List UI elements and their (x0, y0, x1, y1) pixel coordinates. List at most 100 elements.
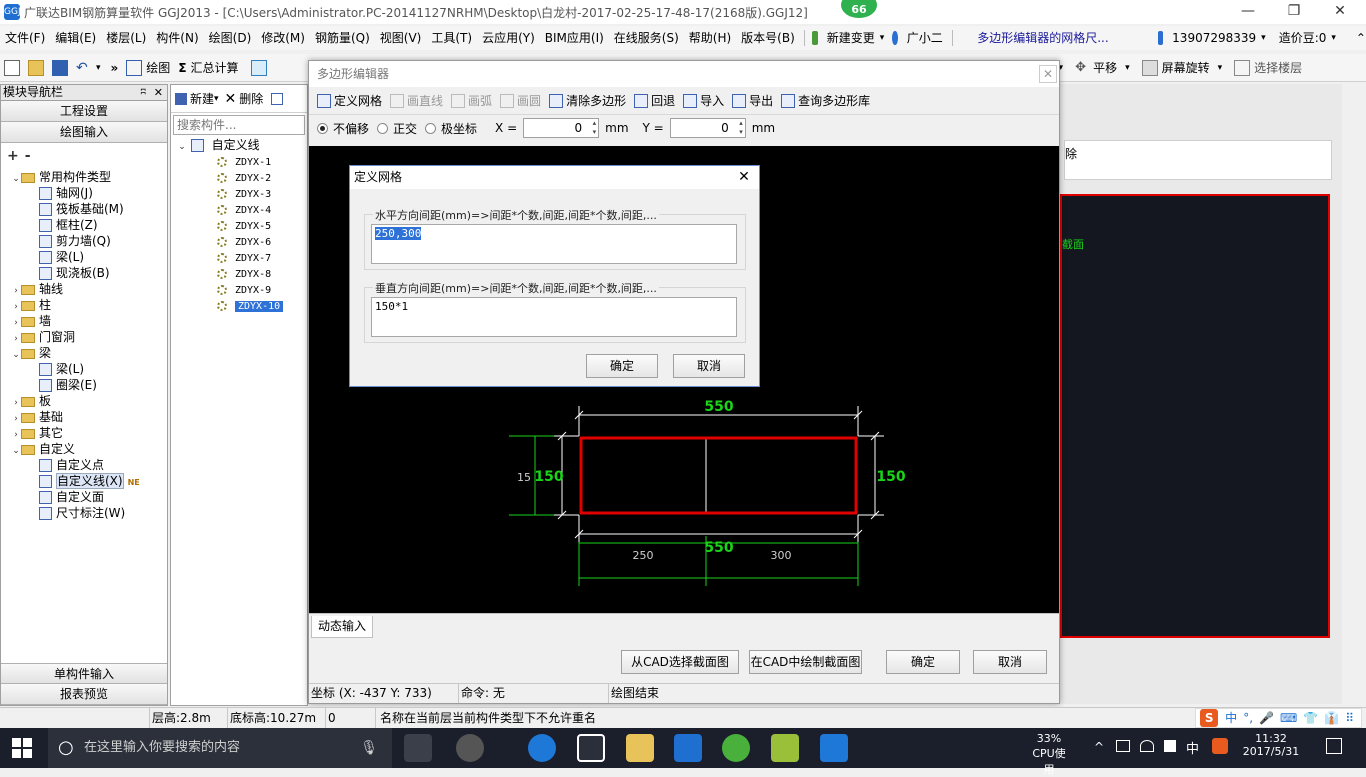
store-icon[interactable] (577, 734, 605, 762)
menu-item[interactable]: 编辑(E) (50, 26, 101, 50)
tree-folder[interactable]: ›基础 (1, 409, 167, 425)
query-polygon-library-button[interactable]: 查询多边形库 (798, 92, 870, 109)
tree-item[interactable]: 圈梁(E) (1, 377, 167, 393)
network-icon[interactable] (1116, 740, 1130, 752)
chevron-down-icon[interactable]: ▾ (96, 63, 101, 73)
menu-item[interactable]: 文件(F) (0, 26, 50, 50)
close-icon[interactable]: ✕ (154, 85, 163, 100)
undo-icon[interactable]: ↶ (76, 60, 92, 76)
punctuation-icon[interactable]: °, (1243, 708, 1253, 728)
account-phone[interactable]: 13907298339 (1167, 26, 1261, 50)
single-component-input-button[interactable]: 单构件输入 (1, 663, 167, 684)
menu-item[interactable]: 云应用(Y) (477, 26, 540, 50)
delete-fragment[interactable]: 除 (1065, 147, 1077, 161)
view-icon[interactable] (251, 60, 267, 76)
new-component-button[interactable]: 新建 (190, 90, 214, 107)
pan-button[interactable]: 平移 (1093, 59, 1117, 76)
polar-radio[interactable] (425, 123, 436, 134)
microphone-icon[interactable]: 🎙 (360, 728, 378, 768)
tree-folder[interactable]: ›其它 (1, 425, 167, 441)
component-item[interactable]: ZDYX-9 (171, 281, 307, 297)
menu-item[interactable]: 钢筋量(Q) (310, 26, 375, 50)
grid-cancel-button[interactable]: 取消 (673, 354, 745, 378)
input-language-indicator[interactable]: 中 (1186, 738, 1199, 757)
menu-item[interactable]: 工具(T) (426, 26, 477, 50)
open-file-icon[interactable] (28, 60, 44, 76)
clock[interactable]: 11:32 2017/5/31 (1240, 732, 1302, 758)
pin-icon[interactable]: ʭ (141, 85, 146, 100)
tree-folder[interactable]: ›轴线 (1, 281, 167, 297)
collapse-all-icon[interactable]: - (25, 148, 31, 164)
draw-in-cad-button[interactable]: 在CAD中绘制截面图 (749, 650, 862, 674)
app-icon[interactable] (820, 734, 848, 762)
chevron-down-icon[interactable]: ▾ (1218, 63, 1223, 73)
chinese-mode-icon[interactable]: 中 (1225, 708, 1237, 728)
horizontal-spacing-input[interactable]: 250,300 (371, 224, 737, 264)
workspace-canvas[interactable]: 截面 (1060, 194, 1330, 638)
notice-link[interactable]: 多边形编辑器的网格尺... (972, 26, 1113, 50)
tree-item[interactable]: 自定义线(X)NE (1, 473, 167, 489)
clear-polygon-button[interactable]: 清除多边形 (566, 92, 626, 109)
draw-circle-button[interactable]: 画圆 (517, 92, 541, 109)
tree-item[interactable]: 梁(L) (1, 249, 167, 265)
voice-icon[interactable]: 🎤 (1259, 708, 1274, 728)
menu-item[interactable]: 绘图(D) (204, 26, 257, 50)
sogou-logo-icon[interactable]: S (1200, 709, 1218, 727)
component-item[interactable]: ZDYX-8 (171, 265, 307, 281)
component-item[interactable]: ZDYX-1 (171, 153, 307, 169)
chevron-down-icon[interactable]: ▾ (880, 33, 885, 43)
volume-icon[interactable] (1164, 740, 1176, 752)
pick-from-cad-button[interactable]: 从CAD选择截面图 (621, 650, 739, 674)
draw-button[interactable]: 绘图 (146, 59, 170, 76)
component-item[interactable]: ZDYX-4 (171, 201, 307, 217)
tree-folder[interactable]: ›墙 (1, 313, 167, 329)
screen-rotate-button[interactable]: 屏幕旋转 (1162, 59, 1210, 76)
component-tree-root[interactable]: ⌄ 自定义线 (171, 137, 307, 153)
menu-item[interactable]: 版本号(B) (736, 26, 800, 50)
tray-expand-icon[interactable]: ^ (1094, 740, 1104, 754)
menu-item[interactable]: 修改(M) (256, 26, 310, 50)
tree-folder[interactable]: ›柱 (1, 297, 167, 313)
orthogonal-radio[interactable] (377, 123, 388, 134)
grid-ok-button[interactable]: 确定 (586, 354, 658, 378)
component-item[interactable]: ZDYX-7 (171, 249, 307, 265)
tree-folder[interactable]: ⌄自定义 (1, 441, 167, 457)
collapse-ribbon-icon[interactable]: ⌃ (1356, 31, 1366, 45)
x-input[interactable]: 0 (523, 118, 599, 138)
close-button[interactable]: ✕ (1317, 0, 1363, 24)
notification-badge[interactable]: 66 (839, 0, 879, 20)
app-icon[interactable] (722, 734, 750, 762)
tree-folder[interactable]: ⌄常用构件类型 (1, 169, 167, 185)
menu-item[interactable]: 在线服务(S) (609, 26, 684, 50)
ok-button[interactable]: 确定 (886, 650, 960, 674)
drawing-input-button[interactable]: 绘图输入 (1, 122, 167, 143)
tree-item[interactable]: 现浇板(B) (1, 265, 167, 281)
define-grid-button[interactable]: 定义网格 (334, 92, 382, 109)
sum-calc-button[interactable]: 汇总计算 (191, 59, 239, 76)
new-change-menu[interactable]: 新建变更 (822, 26, 880, 50)
menu-item[interactable]: 构件(N) (151, 26, 203, 50)
draw-arc-button[interactable]: 画弧 (468, 92, 492, 109)
keyboard-icon[interactable]: ⌨ (1280, 708, 1297, 728)
more-tools-icon[interactable]: » (111, 61, 119, 75)
tree-item[interactable]: 自定义点 (1, 457, 167, 473)
save-icon[interactable] (52, 60, 68, 76)
notification-center-icon[interactable] (1326, 738, 1342, 754)
close-button[interactable]: ✕ (729, 166, 759, 189)
cancel-button[interactable]: 取消 (973, 650, 1047, 674)
export-button[interactable]: 导出 (749, 92, 773, 109)
glodon-app-icon[interactable] (674, 734, 702, 762)
cost-bean[interactable]: 造价豆:0 (1274, 26, 1332, 50)
sogou-tray-icon[interactable] (1212, 738, 1228, 754)
menu-item[interactable]: 帮助(H) (684, 26, 736, 50)
delete-component-button[interactable]: 删除 (239, 90, 263, 107)
tree-item[interactable]: 轴网(J) (1, 185, 167, 201)
draw-line-button[interactable]: 画直线 (407, 92, 443, 109)
chevron-down-icon[interactable]: ▾ (1331, 33, 1336, 43)
new-file-icon[interactable] (4, 60, 20, 76)
menu-item[interactable]: 楼层(L) (101, 26, 151, 50)
tree-item[interactable]: 尺寸标注(W) (1, 505, 167, 521)
component-item[interactable]: ZDYX-5 (171, 217, 307, 233)
close-button[interactable]: ✕ (1039, 65, 1057, 83)
task-view-icon[interactable] (404, 734, 432, 762)
